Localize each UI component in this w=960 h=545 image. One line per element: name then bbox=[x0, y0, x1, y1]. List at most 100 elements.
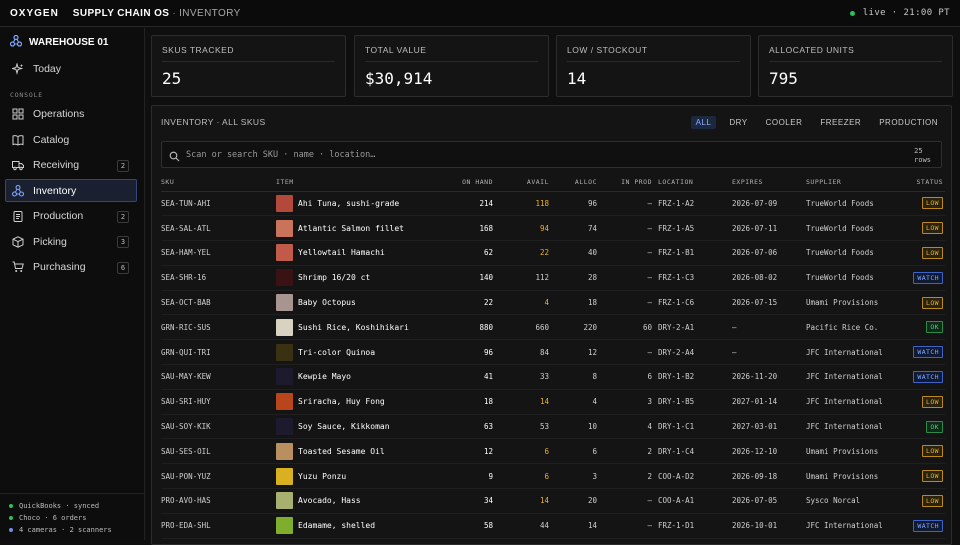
sidebar-item-picking[interactable]: Picking 3 bbox=[5, 230, 137, 253]
item-name[interactable]: Yuzu Ponzu bbox=[298, 472, 346, 481]
filter-freezer[interactable]: FREEZER bbox=[815, 116, 866, 129]
status-badge: OK bbox=[926, 420, 943, 433]
cell-on-hand: 96 bbox=[451, 339, 499, 366]
table-row[interactable]: SAU-SES-OIL Toasted Sesame Oil 12 6 6 2 DRY-1-… bbox=[161, 438, 945, 465]
item-name[interactable]: Toasted Sesame Oil bbox=[298, 447, 385, 456]
filter-dry[interactable]: DRY bbox=[724, 116, 752, 129]
operations-icon bbox=[12, 108, 24, 120]
status-badge: LOW bbox=[922, 445, 943, 458]
col-location[interactable]: LOCATION bbox=[658, 174, 732, 192]
cell-supplier: Sysco Norcal bbox=[806, 488, 896, 514]
table-row[interactable]: SEA-HAM-YEL Yellowtail Hamachi 62 22 40— FRZ-… bbox=[161, 240, 945, 266]
cell-status: LOW bbox=[896, 215, 945, 242]
rows-count-label: rows bbox=[914, 156, 931, 164]
cell-location: COO-A-A1 bbox=[658, 488, 732, 514]
cell-supplier: TrueWorld Foods bbox=[806, 215, 896, 242]
table-row[interactable]: GRN-QUI-TRI Tri-color Quinoa 96 84 12— DRY-2-… bbox=[161, 339, 945, 366]
item-name[interactable]: Baby Octopus bbox=[298, 298, 356, 307]
sidebar-item-production[interactable]: Production 2 bbox=[5, 205, 137, 228]
search-input[interactable] bbox=[186, 149, 786, 160]
cell-status: LOW bbox=[896, 438, 945, 465]
rows-count: 25 rows bbox=[914, 147, 931, 165]
cell-expires: 2027-01-14 bbox=[732, 389, 806, 415]
kpi-label: TOTAL VALUE bbox=[365, 45, 538, 62]
item-name[interactable]: Yellowtail Hamachi bbox=[298, 248, 385, 257]
nav-today[interactable]: Today bbox=[5, 57, 137, 80]
cell-on-hand: 63 bbox=[451, 414, 499, 440]
col-avail[interactable]: AVAIL bbox=[499, 174, 555, 192]
sidebar-item-operations[interactable]: Operations bbox=[5, 103, 137, 126]
cell-supplier: JFC International bbox=[806, 389, 896, 415]
warehouse-selector[interactable]: WAREHOUSE 01 bbox=[0, 28, 144, 56]
col-in-prod[interactable]: IN PROD bbox=[603, 174, 658, 192]
item-thumbnail bbox=[276, 294, 293, 312]
item-name[interactable]: Atlantic Salmon fillet bbox=[298, 224, 404, 233]
table-row[interactable]: SAU-SRI-HUY Sriracha, Huy Fong 18 14 4 3 DRY-1… bbox=[161, 389, 945, 415]
box-icon bbox=[12, 235, 24, 248]
cell-item: Sriracha, Huy Fong bbox=[276, 389, 451, 415]
item-thumbnail bbox=[276, 368, 293, 386]
cell-alloc: 14 bbox=[555, 513, 603, 539]
table-row[interactable]: SEA-SHR-16 Shrimp 16/20 ct 140 112 28— FRZ-1-… bbox=[161, 265, 945, 291]
cell-expires: 2026-07-05 bbox=[732, 488, 806, 514]
item-name[interactable]: Edamame, shelled bbox=[298, 521, 375, 530]
col-item[interactable]: ITEM bbox=[276, 174, 451, 192]
cell-location: DRY-1-B2 bbox=[658, 364, 732, 390]
col-status[interactable]: STATUS bbox=[896, 174, 945, 192]
table-row[interactable]: PRO-AVO-HAS Avocado, Hass 34 14 20— COO-A-A1 2… bbox=[161, 488, 945, 514]
cell-alloc: 3 bbox=[555, 463, 603, 490]
table-header-row: SKU ITEM ON HAND AVAIL ALLOC IN PROD LOC… bbox=[161, 174, 945, 192]
table-row[interactable]: PRO-EDA-SHL Edamame, shelled 58 44 14— FRZ-1-… bbox=[161, 513, 945, 539]
cell-item: Toasted Sesame Oil bbox=[276, 438, 451, 465]
item-name[interactable]: Shrimp 16/20 ct bbox=[298, 273, 370, 282]
breadcrumb-app[interactable]: SUPPLY CHAIN OS bbox=[73, 8, 170, 19]
cell-status: LOW bbox=[896, 389, 945, 415]
col-supplier[interactable]: SUPPLIER bbox=[806, 174, 896, 192]
cell-alloc: 4 bbox=[555, 389, 603, 415]
kpi-value: 25 bbox=[162, 69, 182, 88]
sparkle-icon bbox=[12, 62, 24, 75]
sidebar-item-catalog[interactable]: Catalog bbox=[5, 128, 137, 151]
filter-cooler[interactable]: COOLER bbox=[761, 116, 808, 129]
sidebar-item-purchasing[interactable]: Purchasing 6 bbox=[5, 256, 137, 279]
kpi-value: 795 bbox=[769, 69, 798, 88]
clipboard-icon bbox=[12, 210, 24, 222]
brand-logo[interactable]: OXYGEN bbox=[10, 8, 59, 19]
item-name[interactable]: Ahi Tuna, sushi-grade bbox=[298, 199, 399, 208]
filter-production[interactable]: PRODUCTION bbox=[874, 116, 943, 129]
table-row[interactable]: GRN-RIC-SUS Sushi Rice, Koshihikari 880 660… bbox=[161, 314, 945, 341]
item-name[interactable]: Sriracha, Huy Fong bbox=[298, 397, 385, 406]
sync-text: QuickBooks · synced bbox=[19, 502, 100, 510]
cell-location: FRZ-1-D1 bbox=[658, 513, 732, 539]
cell-avail: 6 bbox=[499, 463, 555, 490]
table-row[interactable]: SEA-OCT-BAB Baby Octopus 22 4 18— FRZ-1-C6 202… bbox=[161, 290, 945, 316]
cell-alloc: 220 bbox=[555, 314, 603, 341]
item-name[interactable]: Soy Sauce, Kikkoman bbox=[298, 422, 390, 431]
table-row[interactable]: SAU-SOY-KIK Soy Sauce, Kikkoman 63 53 10 4 DRY… bbox=[161, 414, 945, 440]
cell-expires: 2026-07-09 bbox=[732, 191, 806, 217]
col-on-hand[interactable]: ON HAND bbox=[451, 174, 499, 192]
sidebar-item-receiving[interactable]: Receiving 2 bbox=[5, 154, 137, 177]
filter-all[interactable]: ALL bbox=[690, 116, 717, 129]
col-sku[interactable]: SKU bbox=[161, 174, 276, 192]
item-name[interactable]: Tri-color Quinoa bbox=[298, 348, 375, 357]
item-name[interactable]: Kewpie Mayo bbox=[298, 372, 351, 381]
item-name[interactable]: Avocado, Hass bbox=[298, 496, 361, 505]
item-thumbnail bbox=[276, 442, 293, 460]
col-expires[interactable]: EXPIRES bbox=[732, 174, 806, 192]
cell-supplier: Umami Provisions bbox=[806, 438, 896, 465]
item-name[interactable]: Sushi Rice, Koshihikari bbox=[298, 323, 409, 332]
cell-item: Ahi Tuna, sushi-grade bbox=[276, 191, 451, 217]
table-row[interactable]: SEA-SAL-ATL Atlantic Salmon fillet 168 94 74… bbox=[161, 215, 945, 242]
status-badge: WATCH bbox=[913, 271, 943, 284]
table-row[interactable]: SAU-MAY-KEW Kewpie Mayo 41 33 8 6 DRY-1-B2 2026… bbox=[161, 364, 945, 390]
cell-expires: 2026-07-06 bbox=[732, 240, 806, 266]
table-row[interactable]: SEA-TUN-AHI Ahi Tuna, sushi-grade 214 118 96… bbox=[161, 191, 945, 217]
sidebar-item-label: Picking bbox=[33, 235, 67, 248]
table-row[interactable]: SAU-PON-YUZ Yuzu Ponzu 9 6 3 2 COO-A-D2 2026-09… bbox=[161, 463, 945, 490]
cell-on-hand: 168 bbox=[451, 215, 499, 242]
col-alloc[interactable]: ALLOC bbox=[555, 174, 603, 192]
search-icon bbox=[169, 149, 180, 162]
sidebar-item-inventory[interactable]: Inventory bbox=[5, 179, 137, 202]
cell-in-prod: 2 bbox=[603, 463, 658, 490]
